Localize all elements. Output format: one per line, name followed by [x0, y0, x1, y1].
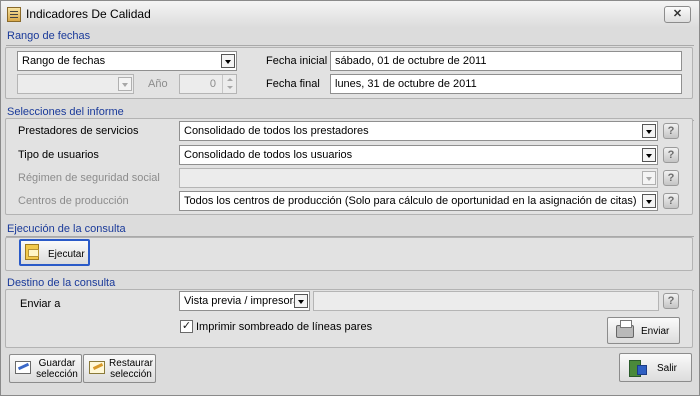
report-app-icon [7, 7, 21, 22]
prestadores-select[interactable]: Consolidado de todos los prestadores [179, 121, 658, 141]
centros-value: Todos los centros de producción (Solo pa… [184, 195, 637, 207]
year-label: Año [148, 78, 168, 90]
run-label: Ejecutar [48, 249, 85, 260]
run-button[interactable]: Ejecutar [19, 239, 90, 266]
chevron-down-icon[interactable] [642, 148, 656, 162]
ejecucion-panel [5, 237, 693, 271]
printer-icon [616, 320, 634, 338]
exit-label: Salir [657, 363, 678, 374]
exit-door-icon [629, 360, 647, 377]
month-select[interactable] [17, 74, 134, 94]
chevron-down-icon[interactable] [118, 77, 132, 91]
title-bar: Indicadores De Calidad ✕ [1, 1, 699, 28]
exit-button[interactable]: Salir [619, 353, 692, 382]
fecha-final-field[interactable]: lunes, 31 de octubre de 2011 [330, 74, 682, 94]
enviar-a-select[interactable]: Vista previa / impresora [179, 291, 310, 311]
section-title-rango: Rango de fechas [7, 30, 91, 42]
fecha-final-value: lunes, 31 de octubre de 2011 [335, 78, 477, 90]
window-title: Indicadores De Calidad [26, 7, 151, 21]
restore-selection-label: Restaurar selección [109, 358, 153, 380]
fecha-inicial-field[interactable]: sábado, 01 de octubre de 2011 [330, 51, 682, 71]
section-title-selecciones: Selecciones del informe [7, 106, 124, 118]
regimen-select[interactable] [179, 168, 658, 188]
destination-path-field[interactable] [313, 291, 659, 311]
spin-arrows-icon[interactable] [222, 75, 236, 93]
help-icon[interactable]: ? [663, 293, 679, 309]
close-button[interactable]: ✕ [664, 6, 691, 23]
send-button[interactable]: Enviar [607, 317, 680, 344]
enviar-a-value: Vista previa / impresora [184, 295, 300, 307]
prestadores-label: Prestadores de servicios [18, 125, 139, 137]
fecha-inicial-label: Fecha inicial [266, 55, 328, 67]
range-type-value: Rango de fechas [22, 55, 106, 67]
section-title-ejecucion: Ejecución de la consulta [7, 223, 126, 235]
shade-lines-label: Imprimir sombreado de líneas pares [196, 321, 373, 333]
enviar-a-label: Enviar a [20, 298, 61, 310]
help-icon[interactable]: ? [663, 147, 679, 163]
section-title-destino: Destino de la consulta [7, 277, 116, 289]
fecha-final-label: Fecha final [266, 78, 320, 90]
tipo-usuarios-label: Tipo de usuarios [18, 149, 99, 161]
save-selection-icon [15, 361, 31, 374]
centros-label: Centros de producción [18, 195, 129, 207]
run-icon [25, 244, 39, 260]
report-window: Indicadores De Calidad ✕ Rango de fechas… [0, 0, 700, 396]
tipo-usuarios-select[interactable]: Consolidado de todos los usuarios [179, 145, 658, 165]
prestadores-value: Consolidado de todos los prestadores [184, 125, 369, 137]
shade-lines-checkbox[interactable]: ✓ [180, 320, 193, 333]
send-label: Enviar [641, 326, 670, 337]
save-selection-button[interactable]: Guardar selección [9, 354, 82, 383]
help-icon[interactable]: ? [663, 123, 679, 139]
tipo-usuarios-value: Consolidado de todos los usuarios [184, 149, 353, 161]
chevron-down-icon[interactable] [642, 171, 656, 185]
centros-select[interactable]: Todos los centros de producción (Solo pa… [179, 191, 658, 211]
restore-selection-icon [89, 361, 105, 374]
help-icon[interactable]: ? [663, 193, 679, 209]
help-icon[interactable]: ? [663, 170, 679, 186]
chevron-down-icon[interactable] [642, 194, 656, 208]
year-stepper[interactable]: 0 [179, 74, 237, 94]
year-value: 0 [209, 78, 216, 90]
chevron-down-icon[interactable] [221, 54, 235, 68]
fecha-inicial-value: sábado, 01 de octubre de 2011 [335, 55, 487, 67]
regimen-label: Régimen de seguridad social [18, 172, 160, 184]
restore-selection-button[interactable]: Restaurar selección [83, 354, 156, 383]
range-type-select[interactable]: Rango de fechas [17, 51, 237, 71]
save-selection-label: Guardar selección [36, 358, 78, 380]
chevron-down-icon[interactable] [642, 124, 656, 138]
section-divider [6, 45, 694, 46]
chevron-down-icon[interactable] [294, 294, 308, 308]
